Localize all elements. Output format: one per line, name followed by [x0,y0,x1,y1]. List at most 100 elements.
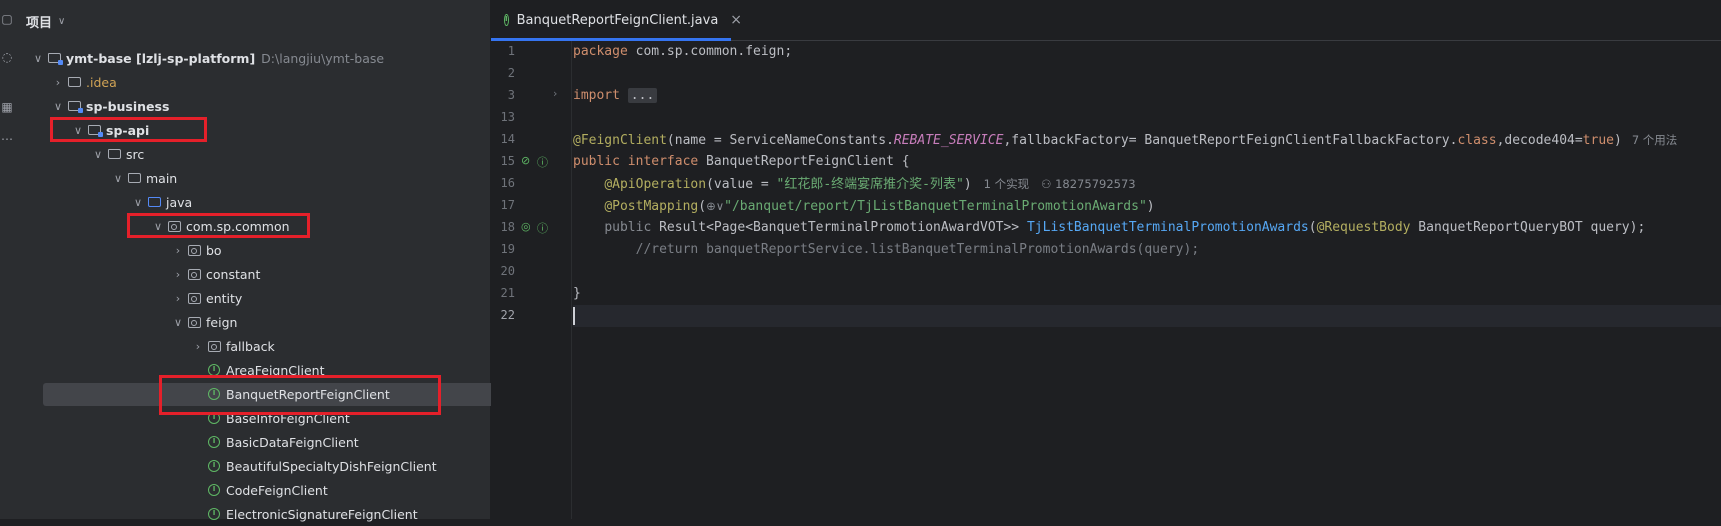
tree-item-label: sp-business [86,98,170,114]
line-number: 2 [507,66,515,80]
tree-item-label: bo [206,242,222,258]
code-text: (name = ServiceNameConstants. [666,133,894,148]
package-icon [166,219,182,233]
code-text: ,fallbackFactory= BanquetReportFeignClie… [1003,133,1458,148]
code-line-18[interactable]: public Result<Page<BanquetTerminalPromot… [573,217,1721,239]
chevron-down-icon[interactable]: ∨ [170,316,186,329]
project-tool-icon[interactable]: ▢ [0,10,14,28]
globe-icon[interactable]: ⊕∨ [706,199,724,213]
chevron-right-icon[interactable]: › [170,244,186,257]
code-line-15[interactable]: public interface BanquetReportFeignClien… [573,151,1721,173]
code-line-17[interactable]: @PostMapping(⊕∨"/banquet/report/TjListBa… [573,195,1721,217]
interface-icon: I [504,14,509,26]
project-panel-header[interactable]: 项目 ∨ [26,11,65,31]
chevron-right-icon[interactable]: › [170,292,186,305]
method-name: TjListBanquetTerminalPromotionAwards [1026,220,1309,235]
line-number: 1 [507,44,515,58]
fold-expand-icon[interactable]: › [553,87,557,100]
line-number: 3 [507,88,515,102]
folder-icon [106,147,122,161]
code-text: ) [1146,199,1155,214]
tree-item-label: java [166,194,193,210]
tree-item-label: BanquetReportFeignClient [226,386,390,402]
code-text: BanquetReportFeignClient { [698,154,910,169]
chevron-down-icon[interactable]: ∨ [30,52,46,65]
chevron-down-icon[interactable]: ∨ [58,16,65,27]
code-line-16[interactable]: @ApiOperation(value = "红花郎-终端宴席推介奖-列表") 1… [573,173,1721,195]
chevron-down-icon[interactable]: ∨ [110,172,126,185]
module-folder-icon [46,51,63,65]
module-folder-icon [66,99,83,113]
chevron-down-icon[interactable]: ∨ [150,220,166,233]
tree-item-label: main [146,170,178,186]
code-text: com.sp.common.feign; [627,44,793,59]
tree-item-sp-api[interactable]: ∨ sp-api [16,118,544,142]
module-folder-icon [86,123,103,137]
commit-tool-icon[interactable]: ◌ [0,48,14,66]
close-icon[interactable]: × [730,12,742,28]
tree-item-idea[interactable]: › .idea [16,70,524,94]
chevron-down-icon[interactable]: ∨ [130,196,146,209]
more-tools-icon[interactable]: ⋯ [0,130,14,148]
code-line-21[interactable]: } [573,283,1721,305]
code-line-3[interactable]: import ... [573,85,1721,107]
code-text: ( [1308,220,1317,235]
line-number: 16 [500,176,515,190]
code-text: } [573,286,581,301]
code-text: BanquetReportQueryBOT query); [1410,220,1646,235]
tree-item-label: .idea [86,74,117,90]
implemented-method-icon[interactable]: ⓘ [537,220,548,236]
keyword: import [573,88,620,103]
tree-item-label: BeautifulSpecialtyDishFeignClient [226,458,437,474]
string-literal: "/banquet/report/TjListBanquetTerminalPr… [724,199,1147,214]
annotation: @FeignClient [573,133,667,148]
chevron-right-icon[interactable]: › [170,268,186,281]
tree-item-label: com.sp.common [186,218,290,234]
usages-hint[interactable]: 7 个用法 [1632,133,1677,147]
line-number: 21 [500,286,515,300]
tree-item-label: fallback [226,338,275,354]
interface-icon: I [206,411,222,425]
chevron-down-icon[interactable]: ∨ [90,148,106,161]
gutter-separator [571,41,572,519]
folded-imports[interactable]: ... [627,88,658,103]
ide-window: ▢ ◌ ▦ ⋯ 项目 ∨ ∨ ymt-base [lzlj-sp-platfor… [0,0,1721,522]
line-number: 13 [500,110,515,124]
line-number: 20 [500,264,515,278]
chevron-right-icon[interactable]: › [50,76,66,89]
string-literal: "红花郎-终端宴席推介奖-列表" [776,177,964,192]
chevron-right-icon[interactable]: › [190,340,206,353]
tree-item-label: sp-api [106,122,150,138]
line-number: 14 [500,132,515,146]
implementations-hint[interactable]: 1 个实现 [984,177,1029,191]
editor-gutter: 1 2 3 13 14 15 16 17 18 19 20 21 22 › ⊘ … [491,41,571,519]
tree-item-label: constant [206,266,261,282]
line-number: 15 [500,154,515,168]
keyword: public [604,220,652,235]
chevron-down-icon[interactable]: ∨ [50,100,66,113]
tree-item-sp-business[interactable]: ∨ sp-business [16,94,524,118]
request-mapping-icon[interactable]: ◎ [521,220,531,233]
code-line-1[interactable]: package com.sp.common.feign; [573,41,1721,63]
package-icon [206,339,222,353]
code-line-19[interactable]: //return banquetReportService.listBanque… [573,239,1721,261]
chevron-down-icon[interactable]: ∨ [70,124,86,137]
line-number: 22 [500,308,515,322]
structure-tool-icon[interactable]: ▦ [0,98,14,116]
tab-banquet-report-feign-client[interactable]: I BanquetReportFeignClient.java × [491,0,742,41]
tab-label: BanquetReportFeignClient.java [516,12,719,28]
comment: //return banquetReportService.listBanque… [635,242,1200,257]
folder-icon [126,171,142,185]
author-hint[interactable]: 18275792573 [1055,177,1135,191]
folder-icon [66,75,82,89]
tree-item-src[interactable]: ∨ src [16,142,564,166]
implemented-interface-icon[interactable]: ⓘ [537,154,548,170]
keyword: class [1457,133,1497,148]
spring-bean-icon[interactable]: ⊘ [521,154,530,167]
tree-item-root[interactable]: ∨ ymt-base [lzlj-sp-platform] D:\langjiu… [16,46,504,70]
code-line-14[interactable]: @FeignClient(name = ServiceNameConstants… [573,129,1721,151]
package-icon [186,243,202,257]
code-line-22[interactable] [573,305,1721,327]
tree-item-label: ymt-base [lzlj-sp-platform] [66,50,256,66]
author-icon: ⚇ [1041,177,1056,191]
